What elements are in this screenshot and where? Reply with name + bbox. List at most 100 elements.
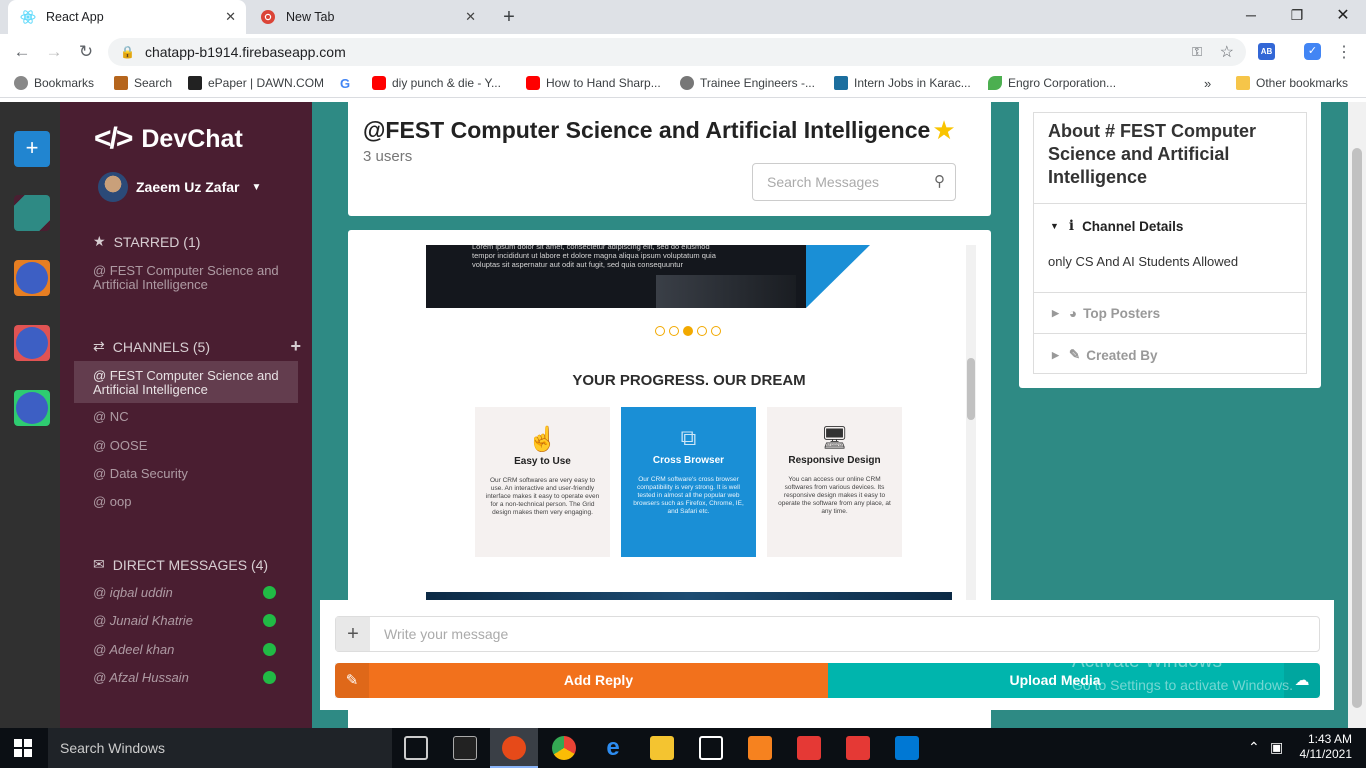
starred-channel-item[interactable]: @ FEST Computer Science and Artificial I… (93, 264, 283, 292)
dm-item[interactable]: @ Adeel khan (93, 643, 174, 657)
carousel-dots[interactable] (655, 326, 721, 336)
caret-down-icon: ▼ (251, 181, 262, 193)
feature-card-highlighted: ⧉ Cross Browser Our CRM software's cross… (621, 407, 756, 557)
xampp-icon[interactable] (748, 736, 772, 760)
channel-title-row: @FEST Computer Science and Artificial In… (363, 115, 956, 146)
online-status-icon (263, 643, 276, 656)
message-image[interactable]: Lorem ipsum dolor sit amet, consectetur … (426, 245, 952, 605)
store-icon[interactable] (699, 736, 723, 760)
close-tab-icon[interactable]: ✕ (465, 9, 476, 25)
scrollbar-thumb[interactable] (967, 358, 975, 420)
key-icon[interactable]: ⚿ (1192, 44, 1202, 60)
taskbar-search[interactable]: Search Windows (48, 728, 392, 768)
user-circle-icon: ◕ (1068, 306, 1078, 321)
message-input[interactable]: + Write your message (335, 616, 1320, 652)
file-explorer-icon[interactable] (650, 736, 674, 760)
bookmark-item[interactable]: How to Hand Sharp... (526, 76, 661, 90)
mail-icon: ✉ (93, 556, 105, 572)
bookmark-item[interactable]: Bookmarks (14, 76, 94, 90)
adblock-extension-icon[interactable]: AB (1258, 43, 1275, 60)
bookmark-item[interactable]: ePaper | DAWN.COM (188, 76, 324, 90)
back-icon[interactable]: ← (10, 40, 34, 64)
carousel-dot[interactable] (655, 326, 665, 336)
network-icon[interactable]: ▣ (1270, 739, 1283, 756)
banner-accent-shape (806, 245, 870, 308)
bookmark-item[interactable]: G (340, 76, 350, 91)
windows-start-icon[interactable] (14, 739, 32, 762)
restore-button[interactable]: ❐ (1274, 0, 1320, 30)
task-view-icon[interactable] (404, 736, 428, 760)
channel-details-text: only CS And AI Students Allowed (1048, 254, 1239, 269)
forward-icon[interactable]: → (42, 40, 66, 64)
page-scrollbar-thumb[interactable] (1352, 148, 1362, 708)
bookmark-star-icon[interactable]: ☆ (1220, 42, 1234, 62)
app-name: DevChat (141, 124, 243, 153)
dm-item[interactable]: @ iqbal uddin (93, 586, 173, 600)
tray-chevron-icon[interactable]: ⌃ (1248, 739, 1260, 756)
search-messages-input[interactable]: Search Messages ⚲ (752, 163, 956, 201)
close-window-button[interactable]: ✕ (1320, 0, 1366, 30)
color-swatch[interactable] (14, 260, 50, 296)
bookmark-item[interactable]: Search (114, 76, 172, 90)
folder-icon (1236, 76, 1250, 90)
minimize-button[interactable]: ─ (1228, 0, 1274, 30)
divider (1034, 333, 1306, 334)
dm-item[interactable]: @ Afzal Hussain (93, 671, 189, 685)
carousel-dot[interactable] (711, 326, 721, 336)
edge-icon[interactable]: e (601, 736, 625, 760)
add-color-button[interactable]: + (14, 131, 50, 167)
banner-photo (656, 275, 796, 308)
taskbar-active-app[interactable] (490, 728, 538, 768)
main-area: @FEST Computer Science and Artificial In… (312, 102, 1366, 728)
channel-item[interactable]: @ FEST Computer Science and Artificial I… (93, 369, 283, 397)
image-heading: YOUR PROGRESS. OUR DREAM (572, 372, 806, 389)
rozee-icon (834, 76, 848, 90)
vscode-icon[interactable] (895, 736, 919, 760)
page-scrollbar[interactable] (1348, 102, 1366, 728)
color-swatch[interactable] (14, 325, 50, 361)
caret-right-icon: ▶ (1052, 308, 1059, 318)
created-by-toggle[interactable]: ▶ ✎ Created By (1052, 347, 1158, 363)
bookmark-item[interactable]: Intern Jobs in Karac... (834, 76, 971, 90)
git-icon[interactable] (846, 736, 870, 760)
channel-item[interactable]: @ NC (93, 410, 129, 424)
bookmark-item[interactable]: diy punch & die - Y... (372, 76, 501, 90)
carousel-dot[interactable] (669, 326, 679, 336)
git-icon[interactable] (797, 736, 821, 760)
feature-card: ☝ Easy to Use Our CRM softwares are very… (475, 407, 610, 557)
channel-item[interactable]: @ oop (93, 495, 132, 509)
user-dropdown[interactable]: Zaeem Uz Zafar ▼ (98, 172, 261, 202)
new-tab-button[interactable]: + (498, 6, 520, 28)
direct-messages-header: ✉ DIRECT MESSAGES (4) (93, 556, 269, 573)
taskbar-clock[interactable]: 1:43 AM 4/11/2021 (1292, 732, 1353, 762)
channel-item[interactable]: @ OOSE (93, 439, 147, 453)
messages-scrollbar[interactable] (966, 245, 976, 605)
image-banner: Lorem ipsum dolor sit amet, consectetur … (426, 245, 806, 308)
cmd-icon[interactable] (453, 736, 477, 760)
add-reply-button[interactable]: ✎ Add Reply (335, 663, 828, 698)
menu-kebab-icon[interactable]: ⋮ (1336, 42, 1352, 62)
plus-icon[interactable]: + (336, 617, 370, 651)
reload-icon[interactable]: ↻ (74, 40, 98, 64)
tab-new-tab[interactable]: New Tab ✕ (248, 0, 486, 34)
carousel-dot-active[interactable] (683, 326, 693, 336)
channel-item[interactable]: @ Data Security (93, 467, 188, 481)
chrome-icon[interactable] (552, 736, 576, 760)
add-channel-icon[interactable]: + (290, 336, 301, 357)
bookmark-item[interactable]: Engro Corporation... (988, 76, 1116, 90)
dm-item[interactable]: @ Junaid Khatrie (93, 614, 193, 628)
bookmarks-overflow-icon[interactable]: » (1204, 76, 1211, 91)
carousel-dot[interactable] (697, 326, 707, 336)
top-posters-toggle[interactable]: ▶ ◕ Top Posters (1052, 306, 1160, 321)
color-swatch[interactable] (14, 195, 50, 231)
channel-details-toggle[interactable]: ▼ i Channel Details (1050, 218, 1183, 234)
bookmark-folder-other[interactable]: Other bookmarks (1236, 76, 1348, 90)
url-text: chatapp-b1914.firebaseapp.com (144, 44, 346, 60)
shield-extension-icon[interactable]: ✓ (1304, 43, 1321, 60)
bookmark-item[interactable]: Trainee Engineers -... (680, 76, 815, 90)
tab-react-app[interactable]: React App ✕ (8, 0, 246, 34)
star-favorite-icon[interactable]: ★ (932, 115, 955, 146)
close-tab-icon[interactable]: ✕ (225, 9, 236, 25)
address-bar[interactable]: 🔒 chatapp-b1914.firebaseapp.com ⚿ ☆ (108, 38, 1246, 66)
color-swatch[interactable] (14, 390, 50, 426)
